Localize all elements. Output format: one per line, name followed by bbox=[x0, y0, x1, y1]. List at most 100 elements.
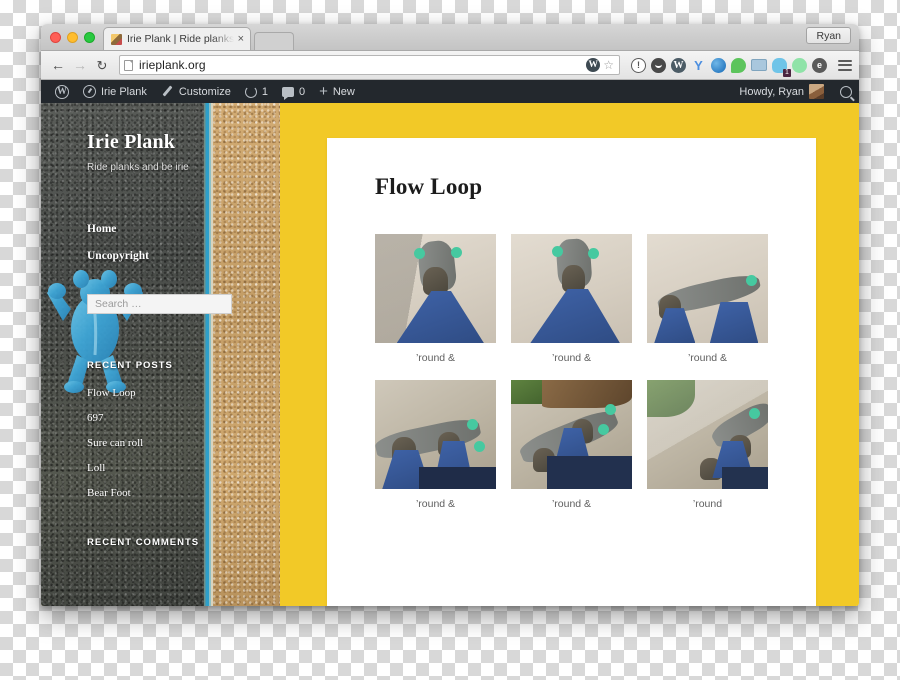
gallery-caption: ’round & bbox=[687, 352, 728, 364]
adminbar-updates[interactable]: 1 bbox=[238, 80, 275, 103]
new-tab-button[interactable] bbox=[254, 32, 294, 50]
browser-tab-title: Irie Plank | Ride planks and bbox=[127, 33, 234, 45]
search-icon[interactable] bbox=[840, 85, 852, 98]
list-item[interactable]: Loll bbox=[87, 462, 280, 474]
adminbar-howdy-label: Howdy, Ryan bbox=[739, 85, 804, 98]
wordpress-omnibox-icon[interactable]: W bbox=[586, 58, 601, 72]
wordpress-icon[interactable]: W bbox=[671, 57, 686, 73]
gallery-item[interactable]: ’round & bbox=[511, 234, 632, 364]
gallery-image[interactable] bbox=[375, 380, 496, 489]
widget-title-recent-posts: RECENT POSTS bbox=[87, 360, 173, 371]
blob-icon[interactable] bbox=[731, 57, 746, 73]
reload-icon[interactable]: ↻ bbox=[92, 55, 112, 75]
search-input[interactable]: Search … bbox=[87, 294, 232, 314]
gallery-caption: ’round & bbox=[415, 498, 456, 510]
widget-title-recent-comments: RECENT COMMENTS bbox=[87, 537, 200, 548]
dashboard-icon bbox=[83, 85, 96, 98]
address-bar-url: irieplank.org bbox=[139, 58, 206, 72]
browser-tab-active[interactable]: Irie Plank | Ride planks and × bbox=[103, 27, 251, 50]
browser-window: Irie Plank | Ride planks and × Ryan ← → … bbox=[41, 24, 859, 606]
ghost-icon-badge: 1 bbox=[783, 68, 791, 77]
gallery-caption: ’round bbox=[692, 498, 723, 510]
adminbar-site-name-label: Irie Plank bbox=[101, 85, 147, 98]
adminbar-new-label: New bbox=[332, 85, 355, 98]
minimize-window-button[interactable] bbox=[67, 32, 78, 43]
site-page: Irie Plank Ride planks and be irie Home … bbox=[41, 103, 859, 606]
site-sidebar: Irie Plank Ride planks and be irie Home … bbox=[41, 103, 280, 606]
gallery-image[interactable] bbox=[375, 234, 496, 343]
wp-admin-bar: W Irie Plank Customize 1 0 + New Howdy, … bbox=[41, 80, 859, 103]
gallery-caption: ’round & bbox=[551, 498, 592, 510]
address-bar[interactable]: irieplank.org W ☆ bbox=[119, 55, 620, 75]
site-tagline: Ride planks and be irie bbox=[87, 162, 189, 173]
sidebar-header: Irie Plank Ride planks and be irie Home … bbox=[41, 103, 280, 262]
plus-icon: + bbox=[319, 83, 328, 100]
omnibox-actions: W ☆ bbox=[586, 58, 615, 72]
gallery-image[interactable] bbox=[647, 380, 768, 489]
avatar bbox=[809, 84, 824, 99]
wordpress-logo-icon: W bbox=[55, 84, 69, 99]
post-gallery: ’round & ’round & ’round & ’round & ’rou… bbox=[375, 234, 768, 510]
site-title[interactable]: Irie Plank bbox=[87, 131, 280, 154]
list-item[interactable]: 697 bbox=[87, 412, 280, 424]
back-icon[interactable]: ← bbox=[48, 55, 68, 75]
gallery-image[interactable] bbox=[511, 380, 632, 489]
gallery-caption: ’round & bbox=[551, 352, 592, 364]
info-icon[interactable]: ! bbox=[631, 57, 646, 73]
browser-tabstrip: Irie Plank | Ride planks and × Ryan bbox=[41, 24, 859, 51]
circle-green-icon[interactable] bbox=[792, 57, 807, 73]
adminbar-account[interactable]: Howdy, Ryan bbox=[732, 80, 831, 103]
adminbar-customize[interactable]: Customize bbox=[154, 80, 238, 103]
adminbar-comments-count: 0 bbox=[298, 85, 306, 98]
close-window-button[interactable] bbox=[50, 32, 61, 43]
forward-icon[interactable]: → bbox=[70, 55, 90, 75]
gallery-caption: ’round & bbox=[415, 352, 456, 364]
bookmark-star-icon[interactable]: ☆ bbox=[603, 58, 614, 72]
circle-dark-icon[interactable]: e bbox=[812, 57, 827, 73]
gallery-item[interactable]: ’round bbox=[647, 380, 768, 510]
browser-toolbar: ← → ↻ irieplank.org W ☆ ! W Y 1 e bbox=[41, 51, 859, 80]
site-nav: Home Uncopyright bbox=[87, 223, 280, 262]
gallery-row: ’round & ’round & ’round & bbox=[375, 234, 768, 364]
adminbar-updates-count: 1 bbox=[261, 85, 268, 98]
adminbar-new[interactable]: + New bbox=[312, 80, 362, 103]
adminbar-site-name[interactable]: Irie Plank bbox=[76, 80, 154, 103]
post-card: Flow Loop ’round & ’round & ’round & ’ro… bbox=[327, 138, 816, 606]
gallery-row: ’round & ’round & ’round bbox=[375, 380, 768, 510]
page-title: Flow Loop bbox=[375, 174, 483, 199]
window-controls bbox=[41, 32, 103, 50]
close-tab-icon[interactable]: × bbox=[234, 33, 244, 45]
gallery-image[interactable] bbox=[511, 234, 632, 343]
globe-icon[interactable] bbox=[711, 57, 726, 73]
maximize-window-button[interactable] bbox=[84, 32, 95, 43]
pencil-icon bbox=[161, 85, 174, 98]
gallery-item[interactable]: ’round & bbox=[511, 380, 632, 510]
cast-icon[interactable] bbox=[751, 59, 767, 71]
page-info-icon[interactable] bbox=[124, 59, 133, 71]
adminbar-right: Howdy, Ryan bbox=[732, 80, 852, 103]
yahoo-icon[interactable]: Y bbox=[691, 58, 706, 73]
adminbar-wp-logo[interactable]: W bbox=[48, 80, 76, 103]
profile-name: Ryan bbox=[816, 29, 841, 42]
search-input-placeholder: Search … bbox=[95, 298, 142, 310]
nav-item-home[interactable]: Home bbox=[87, 223, 280, 235]
adminbar-comments[interactable]: 0 bbox=[275, 80, 312, 103]
gallery-item[interactable]: ’round & bbox=[375, 380, 496, 510]
pocket-icon[interactable] bbox=[651, 57, 666, 73]
nav-item-uncopyright[interactable]: Uncopyright bbox=[87, 250, 280, 262]
profile-button[interactable]: Ryan bbox=[806, 27, 851, 44]
comment-bubble-icon bbox=[281, 86, 294, 100]
list-item[interactable]: Sure can roll bbox=[87, 437, 280, 449]
list-item[interactable]: Bear Foot bbox=[87, 487, 280, 499]
gallery-item[interactable]: ’round & bbox=[647, 234, 768, 364]
gallery-item[interactable]: ’round & bbox=[375, 234, 496, 364]
grizzly-bear-icon bbox=[47, 270, 143, 393]
site-main: Flow Loop ’round & ’round & ’round & ’ro… bbox=[280, 103, 859, 606]
ghost-icon[interactable]: 1 bbox=[772, 57, 791, 77]
recent-posts-list: Flow Loop 697 Sure can roll Loll Bear Fo… bbox=[87, 387, 280, 499]
list-item[interactable]: Flow Loop bbox=[87, 387, 280, 399]
adminbar-customize-label: Customize bbox=[178, 85, 231, 98]
chrome-menu-icon[interactable] bbox=[838, 59, 852, 71]
site-favicon-icon bbox=[111, 33, 122, 45]
gallery-image[interactable] bbox=[647, 234, 768, 343]
